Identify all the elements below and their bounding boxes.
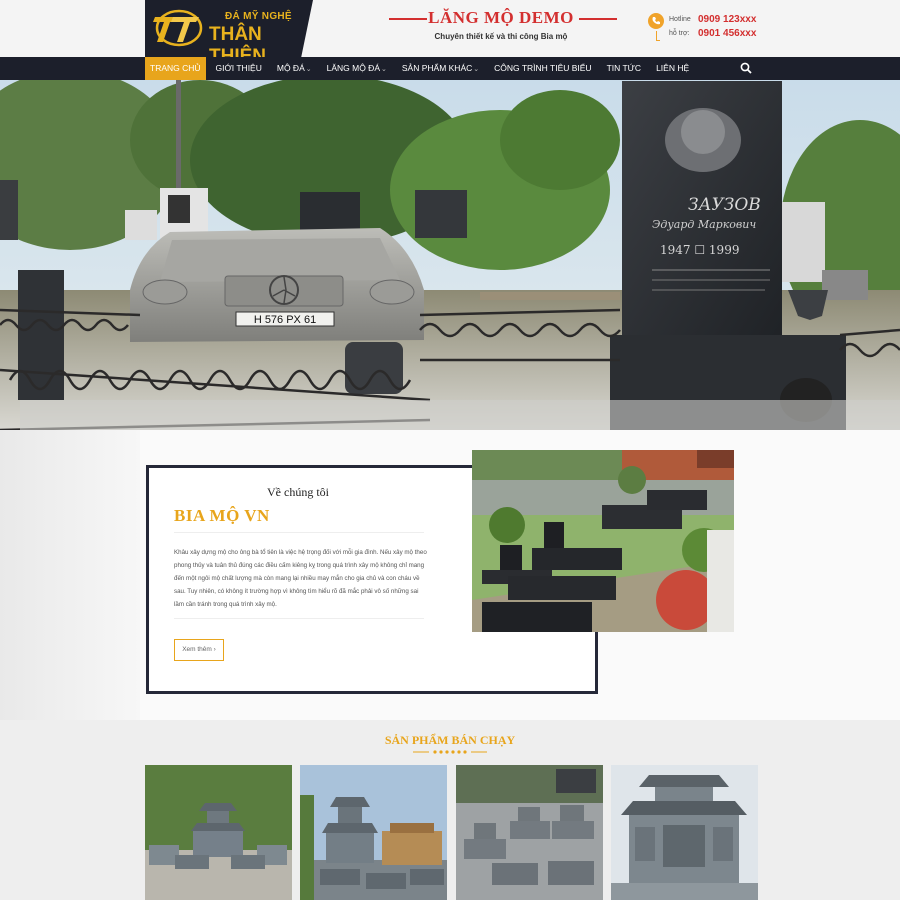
phone-icon — [648, 13, 664, 29]
best-sellers-section: SẢN PHẨM BÁN CHẠY — [0, 720, 900, 900]
chevron-down-icon: ⌄ — [381, 66, 387, 73]
about-section: Về chúng tôi BIA MỘ VN Khâu xây dựng mộ … — [0, 430, 900, 720]
search-icon[interactable] — [740, 62, 752, 74]
chevron-right-icon: › — [213, 646, 216, 653]
hotline-block: Hotline 0909 123xxx hỗ trợ: 0901 456xxx — [648, 13, 768, 43]
nav-item-label: TRANG CHỦ — [150, 63, 201, 73]
brand-line-left — [389, 18, 427, 20]
headstone-name: ЗАУЗОВ — [688, 195, 761, 215]
about-divider-bottom — [174, 618, 424, 619]
nav-item-label: LIÊN HỆ — [656, 63, 690, 73]
chevron-down-icon: ⌄ — [305, 66, 312, 73]
product-image — [456, 765, 603, 900]
brand-line-right — [579, 18, 617, 20]
title-ornament-icon — [413, 750, 487, 754]
headstone-years: 1947 ☐ 1999 — [660, 243, 739, 257]
section-title: SẢN PHẨM BÁN CHẠY — [384, 733, 516, 747]
nav-item-about[interactable]: GIỚI THIỆU — [211, 57, 267, 80]
about-subtitle: Về chúng tôi — [267, 485, 329, 499]
about-title: BIA MỘ VN — [174, 506, 270, 525]
nav-item-label: CÔNG TRÌNH TIÊU BIỂU — [494, 63, 592, 73]
product-card[interactable] — [145, 765, 292, 900]
brand-subtitle: Chuyên thiết kế và thi công Bia mộ — [434, 32, 568, 41]
brand-block: LĂNG MỘ DEMO Chuyên thiết kế và thi công… — [385, 8, 617, 41]
about-background — [0, 430, 140, 720]
nav-item-label: SẢN PHẨM KHÁC — [401, 63, 473, 73]
nav-item-label: GIỚI THIỆU — [215, 63, 262, 73]
support-label: hỗ trợ: — [669, 30, 690, 37]
nav-item-stone-tomb[interactable]: MỘ ĐÁ⌄ — [272, 57, 317, 80]
nav-list: TRANG CHỦ GIỚI THIỆU MỘ ĐÁ⌄ LĂNG MỘ ĐÁ⌄ … — [145, 57, 699, 80]
support-number[interactable]: 0901 456xxx — [698, 28, 756, 39]
site-logo[interactable]: ĐÁ MỸ NGHỆ THÂN THIỆN — [145, 0, 313, 57]
read-more-label: Xem thêm — [182, 646, 212, 653]
hero-image: H 576 PX 61 ЗАУЗОВ Эдуард Маркович 1947 … — [0, 80, 900, 430]
about-divider — [174, 532, 424, 533]
nav-item-stone-mausoleum[interactable]: LĂNG MỘ ĐÁ⌄ — [322, 57, 392, 80]
product-image — [300, 765, 447, 900]
nav-item-other-products[interactable]: SẢN PHẨM KHÁC⌄ — [397, 57, 484, 80]
headstone-given: Эдуард Маркович — [652, 218, 756, 231]
nav-item-label: MỘ ĐÁ — [276, 63, 305, 73]
product-card[interactable] — [300, 765, 447, 900]
nav-item-news[interactable]: TIN TỨC — [602, 57, 647, 80]
hero-plate-text: H 576 PX 61 — [254, 314, 316, 326]
about-photo — [472, 450, 734, 632]
main-nav: TRANG CHỦ GIỚI THIỆU MỘ ĐÁ⌄ LĂNG MỘ ĐÁ⌄ … — [0, 57, 900, 80]
nav-item-label: LĂNG MỘ ĐÁ — [326, 63, 380, 73]
hotline-bracket — [656, 31, 660, 41]
hotline-number[interactable]: 0909 123xxx — [698, 14, 756, 25]
product-image — [611, 765, 758, 900]
site-header: ĐÁ MỸ NGHỆ THÂN THIỆN LĂNG MỘ DEMO Chuyê… — [0, 0, 900, 57]
logo-mark-icon — [153, 9, 203, 47]
nav-item-home[interactable]: TRANG CHỦ — [145, 57, 206, 80]
chevron-down-icon: ⌄ — [473, 66, 480, 73]
nav-item-label: TIN TỨC — [606, 63, 642, 73]
about-paragraph: Khâu xây dựng mộ cho ông bà tổ tiên là v… — [174, 549, 427, 608]
hero-banner: H 576 PX 61 ЗАУЗОВ Эдуард Маркович 1947 … — [0, 80, 900, 430]
logo-tagline: ĐÁ MỸ NGHỆ — [225, 11, 292, 22]
hotline-label: Hotline — [669, 16, 691, 23]
product-card[interactable] — [611, 765, 758, 900]
about-image — [472, 450, 734, 632]
read-more-button[interactable]: Xem thêm › — [174, 639, 224, 661]
nav-item-contact[interactable]: LIÊN HỆ — [651, 57, 694, 80]
product-card[interactable] — [456, 765, 603, 900]
nav-item-projects[interactable]: CÔNG TRÌNH TIÊU BIỂU — [489, 57, 596, 80]
product-image — [145, 765, 292, 900]
